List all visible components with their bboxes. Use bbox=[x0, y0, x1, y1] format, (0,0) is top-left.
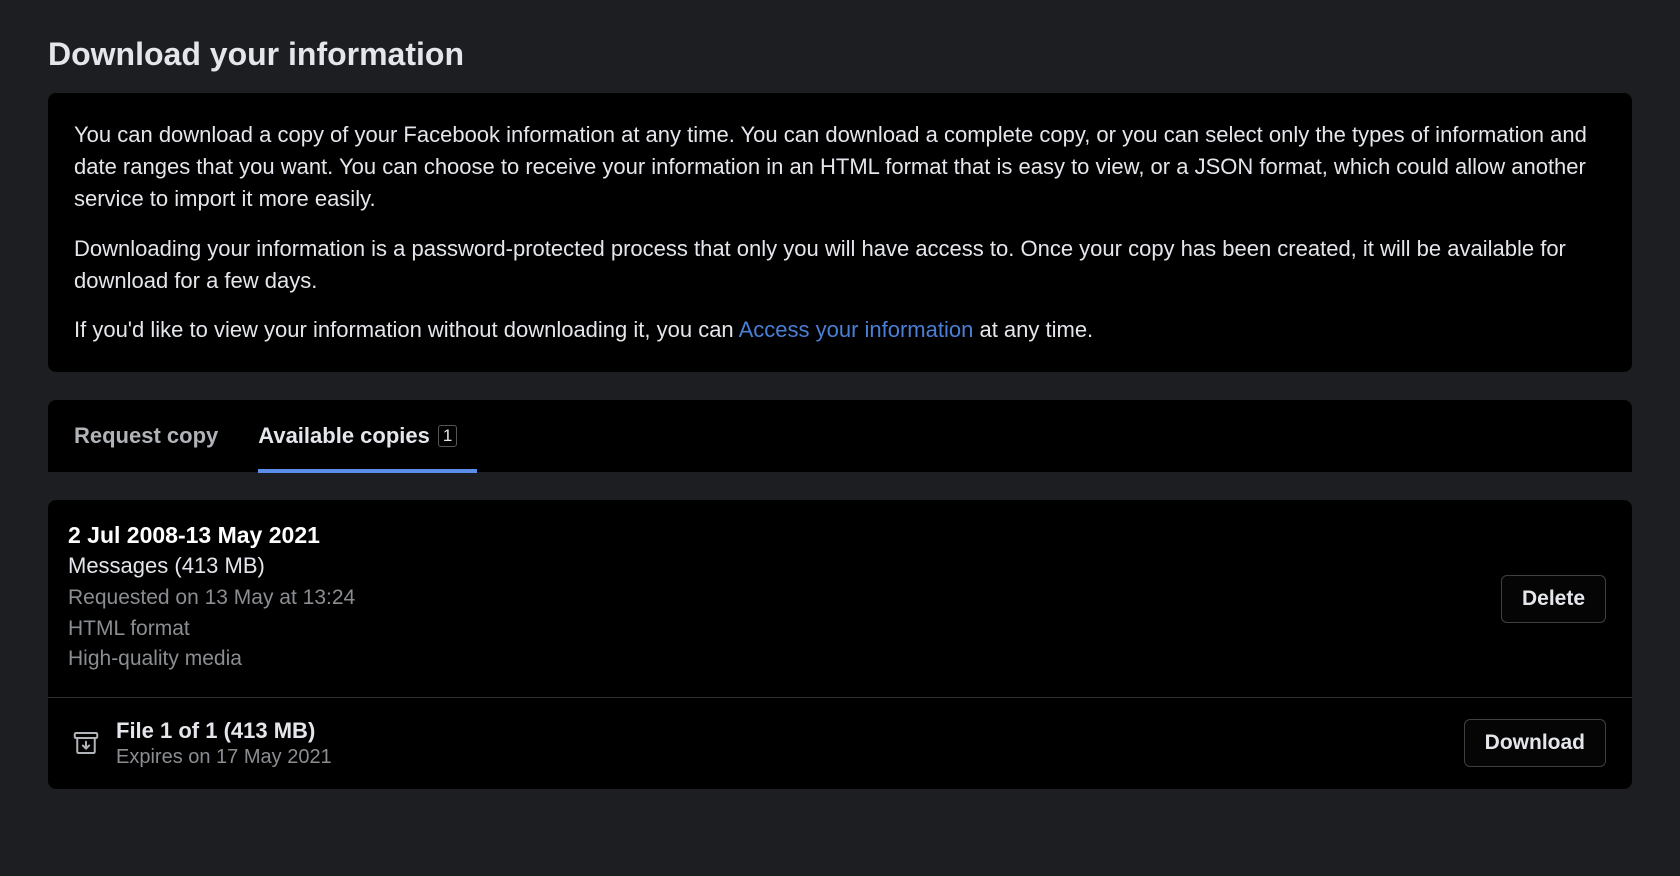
file-row: File 1 of 1 (413 MB) Expires on 17 May 2… bbox=[48, 697, 1632, 789]
copy-format: HTML format bbox=[68, 614, 355, 644]
tab-available-label: Available copies bbox=[258, 423, 430, 449]
copy-content-size: Messages (413 MB) bbox=[68, 553, 355, 579]
info-paragraph-1: You can download a copy of your Facebook… bbox=[74, 119, 1606, 215]
tab-request-copy[interactable]: Request copy bbox=[74, 400, 218, 472]
copy-header: 2 Jul 2008-13 May 2021 Messages (413 MB)… bbox=[48, 500, 1632, 696]
info-p3-prefix: If you'd like to view your information w… bbox=[74, 317, 739, 342]
info-paragraph-2: Downloading your information is a passwo… bbox=[74, 233, 1606, 297]
download-button[interactable]: Download bbox=[1464, 719, 1606, 767]
page-title: Download your information bbox=[48, 36, 1632, 73]
tab-request-label: Request copy bbox=[74, 423, 218, 449]
info-paragraph-3: If you'd like to view your information w… bbox=[74, 314, 1606, 346]
tab-available-copies[interactable]: Available copies 1 bbox=[258, 400, 457, 472]
available-count-badge: 1 bbox=[438, 425, 457, 447]
copy-requested: Requested on 13 May at 13:24 bbox=[68, 583, 355, 613]
copy-info: 2 Jul 2008-13 May 2021 Messages (413 MB)… bbox=[68, 522, 355, 674]
info-panel: You can download a copy of your Facebook… bbox=[48, 93, 1632, 372]
tab-bar: Request copy Available copies 1 bbox=[48, 400, 1632, 472]
access-information-link[interactable]: Access your information bbox=[739, 317, 974, 342]
copy-card: 2 Jul 2008-13 May 2021 Messages (413 MB)… bbox=[48, 500, 1632, 788]
file-label: File 1 of 1 (413 MB) bbox=[116, 718, 332, 744]
file-text: File 1 of 1 (413 MB) Expires on 17 May 2… bbox=[116, 718, 332, 769]
info-p3-suffix: at any time. bbox=[973, 317, 1093, 342]
file-left: File 1 of 1 (413 MB) Expires on 17 May 2… bbox=[68, 718, 332, 769]
file-expiry: Expires on 17 May 2021 bbox=[116, 746, 332, 769]
archive-download-icon bbox=[68, 725, 104, 761]
copy-date-range: 2 Jul 2008-13 May 2021 bbox=[68, 522, 355, 549]
delete-button[interactable]: Delete bbox=[1501, 575, 1606, 623]
copy-media-quality: High-quality media bbox=[68, 644, 355, 674]
